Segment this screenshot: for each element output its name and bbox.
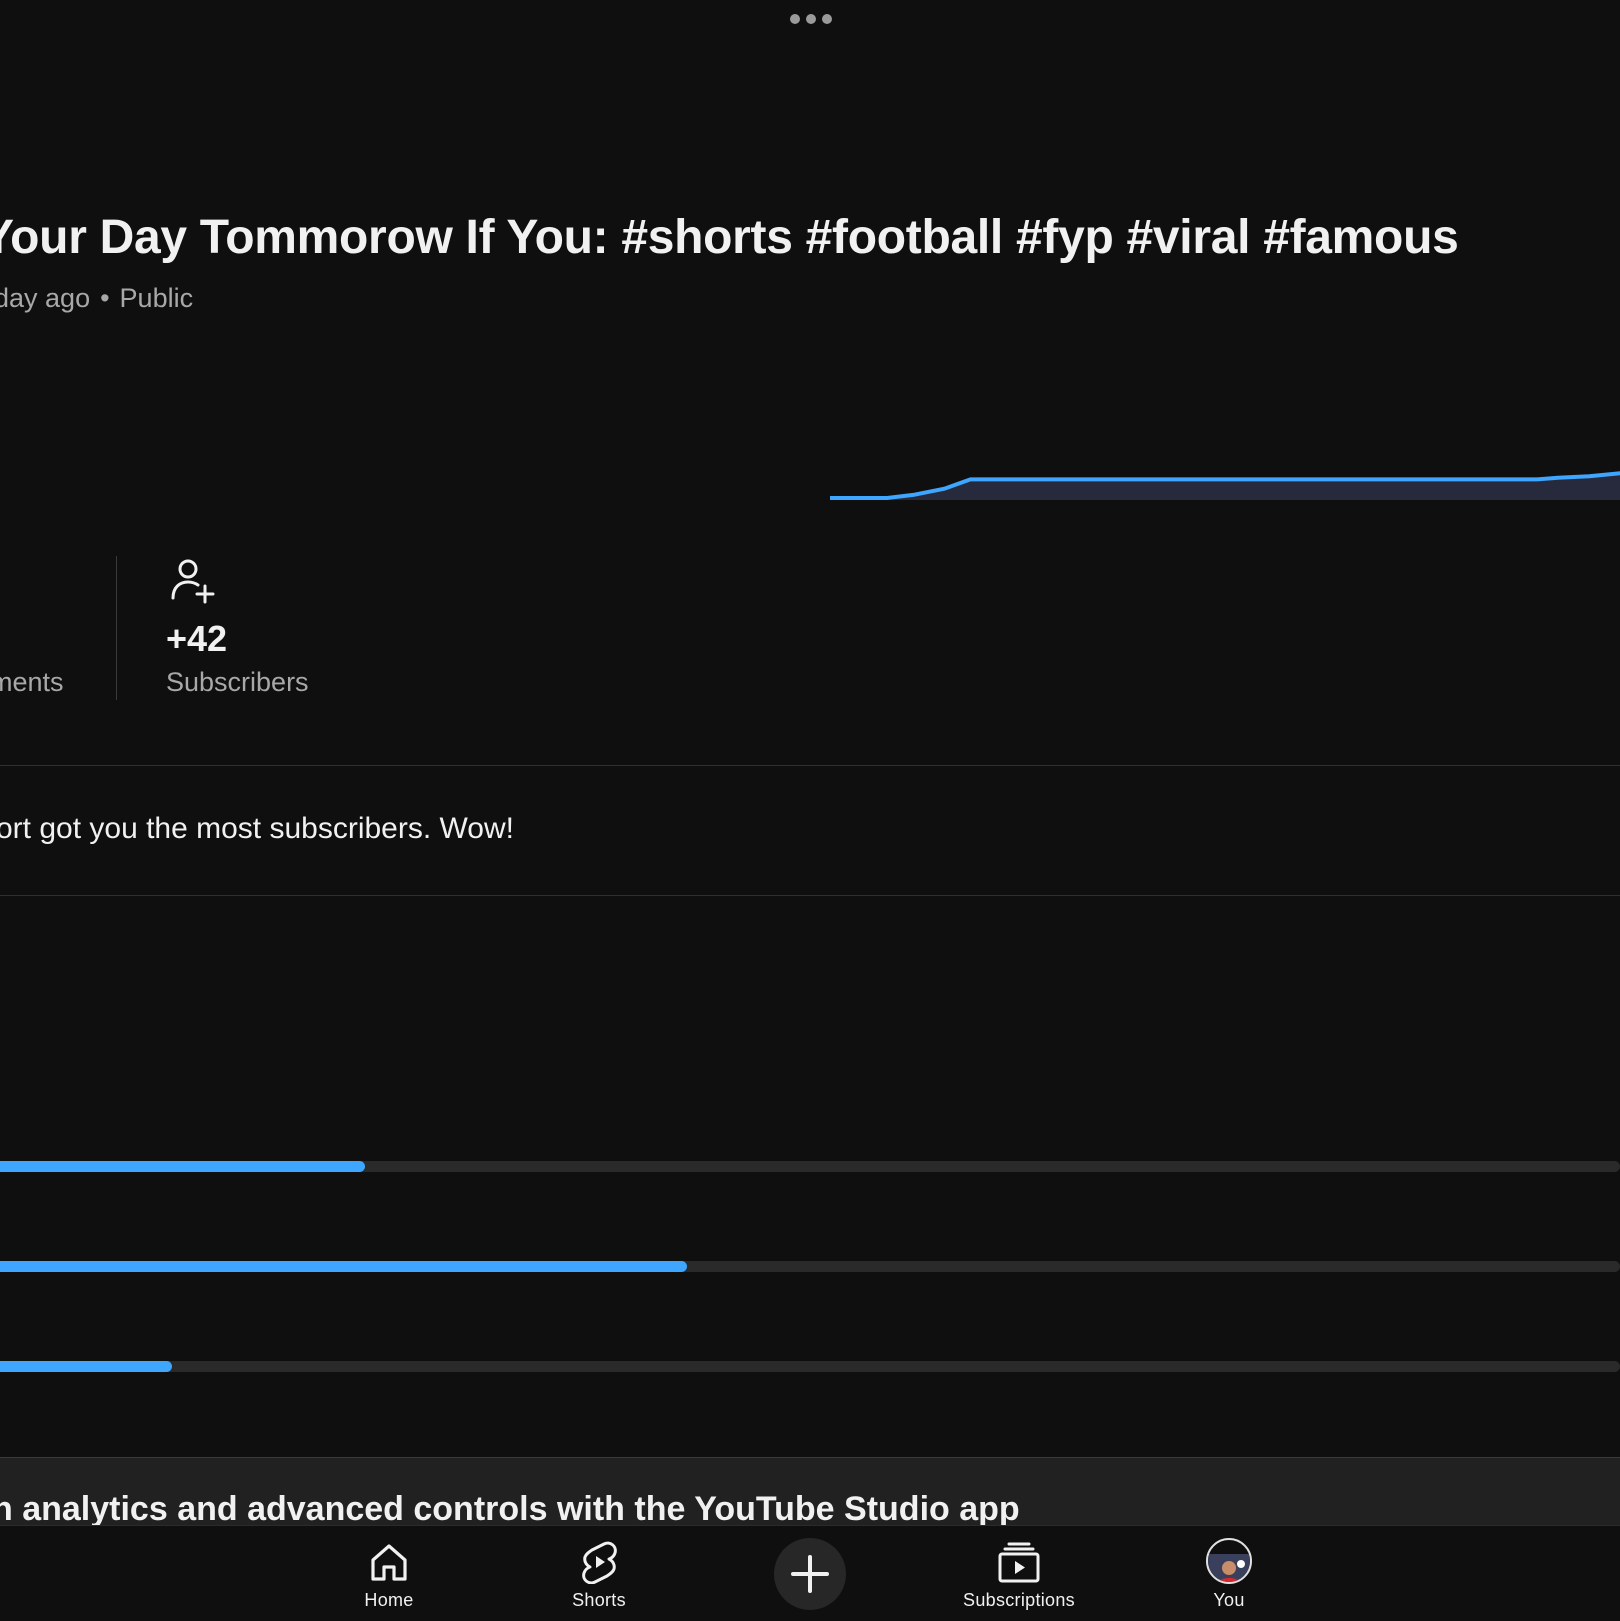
subscriptions-icon [998, 1542, 1040, 1583]
avatar [1206, 1538, 1252, 1584]
subscribers-value: +42 [166, 618, 228, 659]
nav-you[interactable]: You [1149, 1526, 1309, 1621]
create-button[interactable] [774, 1538, 846, 1610]
person-add-icon [171, 559, 215, 604]
video-meta: day ago • Public [0, 283, 193, 314]
home-icon [371, 1544, 407, 1581]
bottom-navigation: Home Shorts Subscriptions You [0, 1525, 1620, 1621]
progress-bar-track [0, 1361, 1620, 1372]
divider [0, 895, 1620, 896]
shorts-icon [582, 1541, 617, 1584]
meta-separator: • [100, 283, 110, 313]
progress-bar-fill [0, 1361, 172, 1372]
nav-home-label: Home [364, 1590, 414, 1610]
progress-bar-fill [0, 1261, 687, 1272]
comments-stat-label: ments [0, 667, 64, 697]
nav-subscriptions-label: Subscriptions [963, 1590, 1075, 1610]
nav-shorts[interactable]: Shorts [519, 1526, 679, 1621]
progress-bar-fill [0, 1161, 365, 1172]
promo-text: n analytics and advanced controls with t… [0, 1490, 1020, 1526]
time-ago: day ago [0, 283, 91, 313]
subscribers-label: Subscribers [166, 667, 309, 697]
studio-promo-banner[interactable]: n analytics and advanced controls with t… [0, 1457, 1620, 1526]
progress-bar-track [0, 1261, 1620, 1272]
plus-icon [791, 1555, 829, 1593]
nav-home[interactable]: Home [309, 1526, 469, 1621]
nav-you-label: You [1213, 1590, 1245, 1610]
stat-divider [116, 556, 117, 700]
progress-bar-track [0, 1161, 1620, 1172]
visibility-status: Public [119, 283, 194, 313]
more-options-icon[interactable] [790, 14, 832, 24]
nav-shorts-label: Shorts [572, 1590, 626, 1610]
subscribers-chart [830, 471, 1620, 500]
divider [0, 765, 1620, 766]
video-title: Your Day Tommorow If You: #shorts #footb… [0, 211, 1459, 264]
nav-subscriptions[interactable]: Subscriptions [939, 1526, 1099, 1621]
insight-text: ort got you the most subscribers. Wow! [0, 812, 514, 845]
